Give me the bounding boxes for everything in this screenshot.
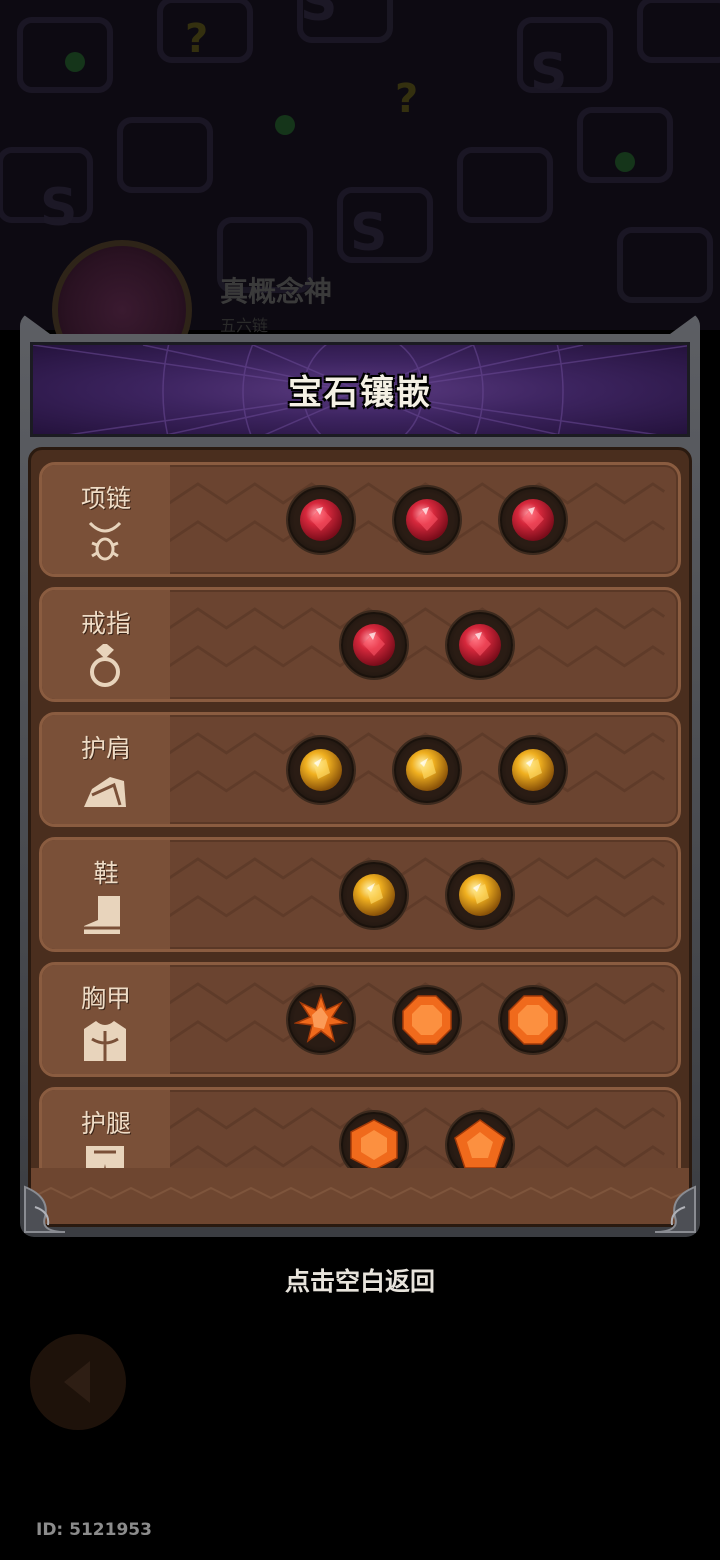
orange-pentagon-gem-slot[interactable] <box>447 1111 513 1168</box>
topaz-gem-icon <box>508 745 558 795</box>
topaz-gem-slot[interactable] <box>341 861 407 928</box>
ruby-gem-slot[interactable] <box>288 486 354 553</box>
gem-slots <box>170 1090 678 1168</box>
ruby-gem-slot[interactable] <box>500 486 566 553</box>
row-label-panel: 项链 <box>42 465 170 574</box>
ruby-gem-slot[interactable] <box>394 486 460 553</box>
arrow-left-icon <box>64 1361 90 1403</box>
topaz-gem-icon <box>349 870 399 920</box>
orange-hexagon-gem-icon <box>347 1118 401 1168</box>
equipment-name: 鞋 <box>93 859 119 888</box>
equipment-name: 戒指 <box>80 609 131 638</box>
equipment-name: 护腿 <box>80 1109 131 1138</box>
gem-slots <box>170 590 678 699</box>
topaz-gem-slot[interactable] <box>500 736 566 803</box>
tap-blank-to-return-hint: 点击空白返回 <box>284 1267 435 1296</box>
orange-star-gem-slot[interactable] <box>288 986 354 1053</box>
ruby-gem-icon <box>402 495 452 545</box>
topaz-gem-icon <box>455 870 505 920</box>
user-id: ID: 5121953 <box>36 1520 152 1540</box>
orange-star-gem-icon <box>294 992 348 1047</box>
svg-text:?: ? <box>185 16 208 62</box>
necklace-icon <box>80 519 130 563</box>
orange-octagon-gem-slot[interactable] <box>394 986 460 1053</box>
ruby-gem-icon <box>296 495 346 545</box>
boots-icon <box>80 894 130 938</box>
row-label-panel: 胸甲 <box>42 965 170 1074</box>
row-label-panel: 戒指 <box>42 590 170 699</box>
svg-text:S: S <box>530 43 567 103</box>
corner-ornament-left <box>24 1185 66 1233</box>
equipment-row[interactable]: 胸甲 <box>39 962 681 1077</box>
ruby-gem-slot[interactable] <box>447 611 513 678</box>
row-label-panel: 护腿 <box>42 1090 170 1168</box>
svg-text:S: S <box>40 178 77 238</box>
leggings-icon <box>80 1144 130 1168</box>
orange-hexagon-gem-slot[interactable] <box>341 1111 407 1168</box>
gem-inlay-dialog: 宝石镶嵌 项链戒指护肩鞋胸甲护腿 <box>20 312 700 1237</box>
row-label-panel: 护肩 <box>42 715 170 824</box>
ruby-gem-icon <box>349 620 399 670</box>
dialog-footer-band <box>31 1168 689 1224</box>
equipment-row[interactable]: 鞋 <box>39 837 681 952</box>
topaz-gem-slot[interactable] <box>447 861 513 928</box>
equipment-name: 项链 <box>80 484 131 513</box>
topaz-gem-slot[interactable] <box>288 736 354 803</box>
row-label-panel: 鞋 <box>42 840 170 949</box>
gem-slots <box>170 840 678 949</box>
ring-icon <box>80 642 130 688</box>
gem-slots <box>170 465 678 574</box>
orange-octagon-gem-icon <box>400 993 454 1047</box>
topaz-gem-slot[interactable] <box>394 736 460 803</box>
svg-text:S: S <box>350 203 387 263</box>
svg-text:?: ? <box>395 76 418 122</box>
topaz-gem-icon <box>296 745 346 795</box>
orange-pentagon-gem-icon <box>453 1118 507 1168</box>
equipment-row[interactable]: 护肩 <box>39 712 681 827</box>
ruby-gem-slot[interactable] <box>341 611 407 678</box>
svg-text:S: S <box>300 0 337 33</box>
shoulder-icon <box>80 769 130 813</box>
topaz-gem-icon <box>402 745 452 795</box>
equipment-row[interactable]: 戒指 <box>39 587 681 702</box>
dialog-body: 项链戒指护肩鞋胸甲护腿 <box>28 447 692 1227</box>
corner-ornament-right <box>654 1185 696 1233</box>
orange-octagon-gem-icon <box>506 993 560 1047</box>
dialog-title: 宝石镶嵌 <box>288 373 432 413</box>
dialog-header: 宝石镶嵌 <box>30 342 690 437</box>
orange-octagon-gem-slot[interactable] <box>500 986 566 1053</box>
equipment-name: 胸甲 <box>80 984 131 1013</box>
equipment-name: 护肩 <box>80 734 131 763</box>
back-button[interactable] <box>30 1334 126 1430</box>
equipment-list[interactable]: 项链戒指护肩鞋胸甲护腿 <box>31 450 689 1168</box>
equipment-row[interactable]: 护腿 <box>39 1087 681 1168</box>
screen[interactable]: S S S S ? ? 真概念神 五六链 宝石镶嵌 项链 戒指 护肩 鞋 胸甲 … <box>0 0 720 1560</box>
chestplate-icon <box>80 1019 130 1063</box>
ruby-gem-icon <box>508 495 558 545</box>
ruby-gem-icon <box>455 620 505 670</box>
character-name: 真概念神 <box>220 275 333 308</box>
gem-slots <box>170 715 678 824</box>
equipment-row[interactable]: 项链 <box>39 462 681 577</box>
gem-slots <box>170 965 678 1074</box>
